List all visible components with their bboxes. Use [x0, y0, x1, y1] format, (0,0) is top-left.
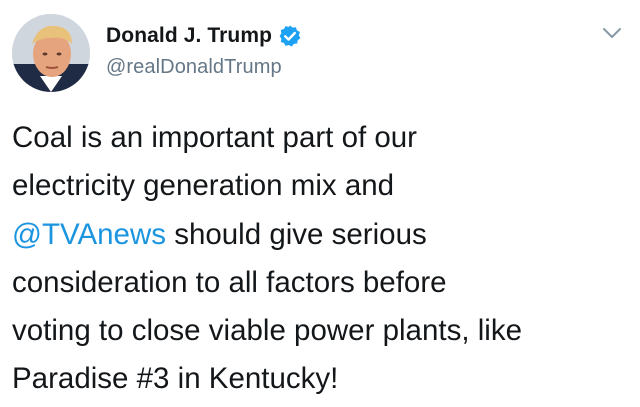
tweet-line-rest: should give serious [166, 217, 427, 251]
display-name[interactable]: Donald J. Trump [106, 24, 272, 48]
user-handle[interactable]: @realDonaldTrump [106, 56, 302, 79]
tweet-line: voting to close viable power plants, lik… [12, 314, 522, 348]
verified-badge-icon [278, 24, 302, 48]
avatar[interactable] [12, 14, 90, 92]
tweet-line: @TVAnews should give serious [12, 218, 427, 251]
tweet-line: consideration to all factors before [12, 265, 447, 299]
author-info: Donald J. Trump @realDonaldTrump [106, 22, 302, 79]
mention-link[interactable]: @TVAnews [12, 218, 166, 251]
tweet-text: Coal is an important part of our electri… [12, 114, 632, 404]
tweet-line: Coal is an important part of our [12, 121, 418, 154]
tweet-card: Donald J. Trump @realDonaldTrump Coal is… [0, 0, 640, 407]
profile-photo [12, 14, 90, 92]
chevron-down-icon[interactable] [602, 26, 622, 40]
tweet-line: Paradise #3 in Kentucky! [12, 362, 339, 396]
tweet-line: electricity generation mix and [12, 169, 395, 203]
name-row: Donald J. Trump [106, 22, 302, 50]
